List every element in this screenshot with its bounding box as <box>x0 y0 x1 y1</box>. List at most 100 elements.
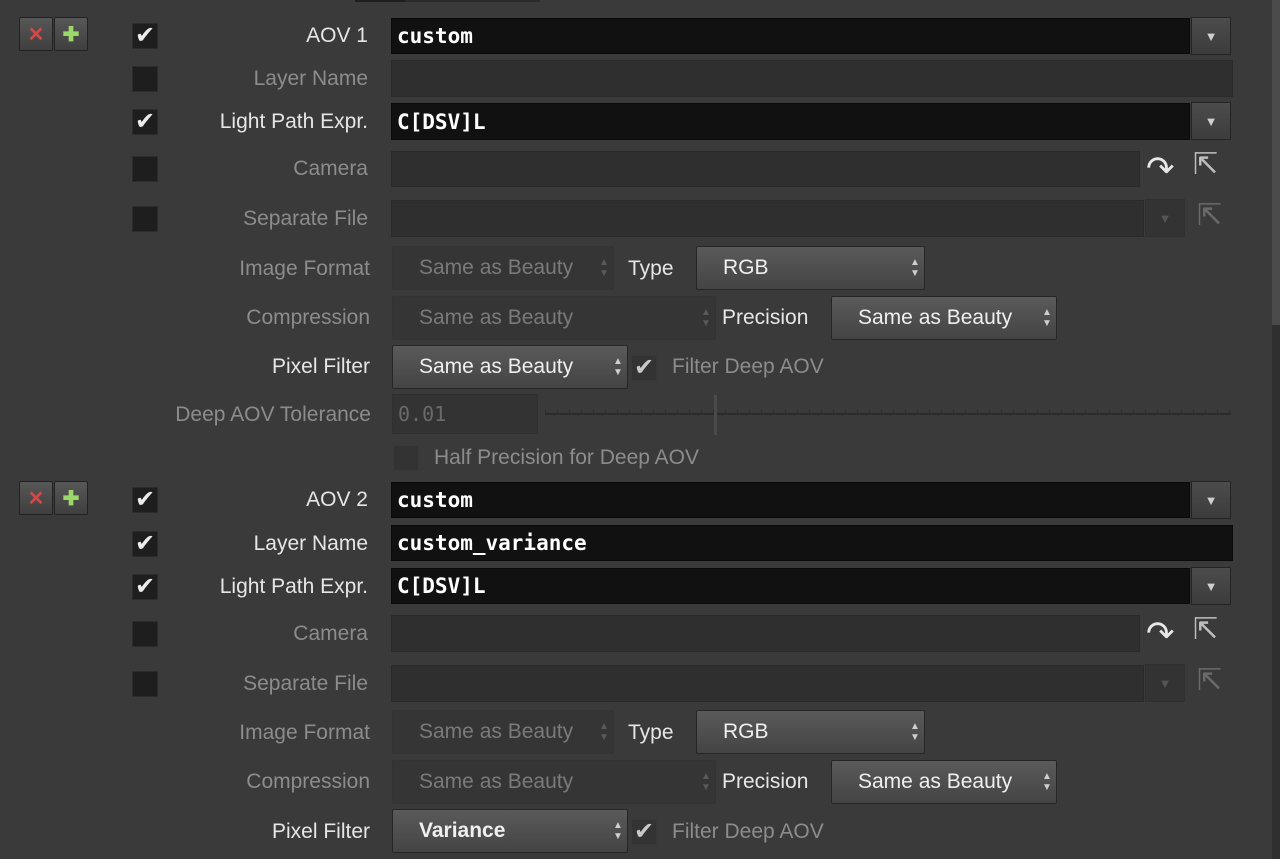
aov-1-deep-tolerance-slider-ticks <box>545 409 1231 413</box>
aov-1-filter-deep-checkbox[interactable]: ✔ <box>631 355 657 381</box>
cursor-pick-icon[interactable]: ⇱ <box>1193 615 1218 645</box>
aov-1-filter-deep-label: Filter Deep AOV <box>672 355 824 378</box>
aov-1-layer-name-checkbox[interactable] <box>132 66 158 92</box>
vertical-scrollbar-thumb[interactable] <box>1272 0 1280 325</box>
checkmark-icon: ✔ <box>633 818 655 845</box>
checkmark-icon: ✔ <box>134 573 156 600</box>
aov-2-separate-file-dropdown[interactable]: ▼ <box>1145 664 1185 702</box>
aov-2-enable-checkbox[interactable]: ✔ <box>132 487 158 513</box>
aov-1-type-menu[interactable]: RGB ▲ ▼ <box>696 246 925 290</box>
aov-1-compression-value: Same as Beauty <box>419 306 574 329</box>
top-edge-bar-secondary <box>405 0 540 2</box>
aov-2-separate-file-field[interactable] <box>391 665 1144 702</box>
aov-2-lpe-checkbox[interactable]: ✔ <box>132 574 158 600</box>
aov-2-pixel-filter-value: Variance <box>419 819 506 842</box>
aov-2-type-label: Type <box>628 721 674 744</box>
aov-1-precision-menu[interactable]: Same as Beauty ▲ ▼ <box>831 296 1057 340</box>
aov-2-compression-value: Same as Beauty <box>419 770 574 793</box>
aov-2-compression-label: Compression <box>246 770 370 793</box>
triangle-down-icon: ▼ <box>1204 492 1218 508</box>
updown-arrows-icon: ▲ ▼ <box>1042 307 1052 329</box>
close-icon: ✕ <box>27 487 45 510</box>
aov-2-precision-value: Same as Beauty <box>858 770 1013 793</box>
curved-arrow-icon[interactable]: ↷ <box>1146 152 1175 186</box>
checkmark-icon: ✔ <box>134 108 156 135</box>
cursor-pick-icon[interactable]: ⇱ <box>1197 666 1222 696</box>
aov-1-pixel-filter-menu[interactable]: Same as Beauty ▲ ▼ <box>392 345 628 389</box>
aov-1-lpe-field[interactable]: C[DSV]L <box>391 103 1190 140</box>
aov-2-lpe-field[interactable]: C[DSV]L <box>391 568 1190 604</box>
aov-1-enable-checkbox[interactable]: ✔ <box>132 23 158 49</box>
updown-arrows-icon: ▲ ▼ <box>613 356 623 378</box>
aov-1-layer-name-field[interactable] <box>391 60 1233 97</box>
aov-1-type-label: Type <box>628 257 674 280</box>
updown-arrows-icon: ▲ ▼ <box>599 257 609 279</box>
updown-arrows-icon: ▲ ▼ <box>701 307 711 329</box>
aov-1-pixel-filter-value: Same as Beauty <box>419 355 574 378</box>
checkmark-icon: ✔ <box>134 486 156 513</box>
aov-1-separate-file-label: Separate File <box>243 207 368 230</box>
triangle-down-icon: ▼ <box>1204 113 1218 129</box>
aov-1-camera-field[interactable] <box>391 151 1140 187</box>
cursor-pick-icon[interactable]: ⇱ <box>1193 150 1218 180</box>
aov-1-lpe-dropdown[interactable]: ▼ <box>1191 102 1231 140</box>
aov-1-separate-file-dropdown[interactable]: ▼ <box>1145 199 1185 237</box>
insert-aov-1-button[interactable]: ✚ <box>54 17 88 51</box>
aov-1-pixel-filter-label: Pixel Filter <box>271 355 370 378</box>
triangle-down-icon: ▼ <box>1204 578 1218 594</box>
aov-1-image-format-menu[interactable]: Same as Beauty ▲ ▼ <box>392 246 614 290</box>
aov-2-camera-checkbox[interactable] <box>132 621 158 647</box>
checkmark-icon: ✔ <box>134 530 156 557</box>
aov-2-camera-field[interactable] <box>391 615 1140 652</box>
aov-1-variable-dropdown[interactable]: ▼ <box>1191 17 1231 55</box>
aov-2-image-format-menu[interactable]: Same as Beauty ▲ ▼ <box>392 710 614 754</box>
insert-aov-2-button[interactable]: ✚ <box>54 481 88 515</box>
aov-1-variable-field[interactable]: custom <box>391 18 1190 54</box>
cursor-pick-icon[interactable]: ⇱ <box>1197 201 1222 231</box>
aov-1-type-value: RGB <box>723 256 769 279</box>
updown-arrows-icon: ▲ ▼ <box>701 771 711 793</box>
aov-1-image-format-value: Same as Beauty <box>419 256 574 279</box>
aov-1-deep-tolerance-slider-track[interactable] <box>545 413 1231 415</box>
aov-2-layer-name-checkbox[interactable]: ✔ <box>132 531 158 557</box>
aov-1-separate-file-checkbox[interactable] <box>132 206 158 232</box>
close-icon: ✕ <box>27 23 45 46</box>
aov-2-layer-name-field[interactable]: custom_variance <box>391 525 1233 561</box>
aov-1-precision-label: Precision <box>722 306 809 329</box>
aov-2-type-value: RGB <box>723 720 769 743</box>
aov-2-precision-menu[interactable]: Same as Beauty ▲ ▼ <box>831 760 1057 804</box>
updown-arrows-icon: ▲ ▼ <box>910 257 920 279</box>
checkmark-icon: ✔ <box>134 22 156 49</box>
aov-2-pixel-filter-menu[interactable]: Variance ▲ ▼ <box>392 809 628 853</box>
aov-1-lpe-label: Light Path Expr. <box>219 110 368 133</box>
aov-1-half-precision-label: Half Precision for Deep AOV <box>434 446 699 469</box>
remove-aov-2-button[interactable]: ✕ <box>19 481 53 515</box>
aov-1-layer-name-label: Layer Name <box>253 67 368 90</box>
aov-1-camera-label: Camera <box>293 157 368 180</box>
aov-2-separate-file-checkbox[interactable] <box>132 671 158 697</box>
aov-1-separate-file-field[interactable] <box>391 200 1144 237</box>
aov-1-compression-menu[interactable]: Same as Beauty ▲ ▼ <box>392 296 716 340</box>
aov-1-lpe-checkbox[interactable]: ✔ <box>132 109 158 135</box>
aov-2-compression-menu[interactable]: Same as Beauty ▲ ▼ <box>392 760 716 804</box>
aov-1-camera-checkbox[interactable] <box>132 156 158 182</box>
remove-aov-1-button[interactable]: ✕ <box>19 17 53 51</box>
aov-1-deep-tolerance-label: Deep AOV Tolerance <box>175 403 371 426</box>
aov-2-filter-deep-checkbox[interactable]: ✔ <box>631 819 657 845</box>
aov-1-half-precision-checkbox[interactable] <box>393 445 419 471</box>
aov-1-compression-label: Compression <box>246 306 370 329</box>
aov-2-type-menu[interactable]: RGB ▲ ▼ <box>696 710 925 754</box>
aov-1-deep-tolerance-field[interactable]: 0.01 <box>392 394 538 434</box>
aov-2-variable-field[interactable]: custom <box>391 482 1190 518</box>
aov-1-image-format-label: Image Format <box>239 257 370 280</box>
aov-2-lpe-dropdown[interactable]: ▼ <box>1191 567 1231 605</box>
aov-2-precision-label: Precision <box>722 770 809 793</box>
aov-1-deep-tolerance-slider-handle[interactable] <box>714 395 717 435</box>
triangle-down-icon: ▼ <box>1158 675 1172 691</box>
aov-2-separate-file-label: Separate File <box>243 672 368 695</box>
plus-icon: ✚ <box>62 487 80 510</box>
aov-2-image-format-value: Same as Beauty <box>419 720 574 743</box>
aov-2-variable-dropdown[interactable]: ▼ <box>1191 481 1231 519</box>
curved-arrow-icon[interactable]: ↷ <box>1146 617 1175 651</box>
aov-2-image-format-label: Image Format <box>239 721 370 744</box>
